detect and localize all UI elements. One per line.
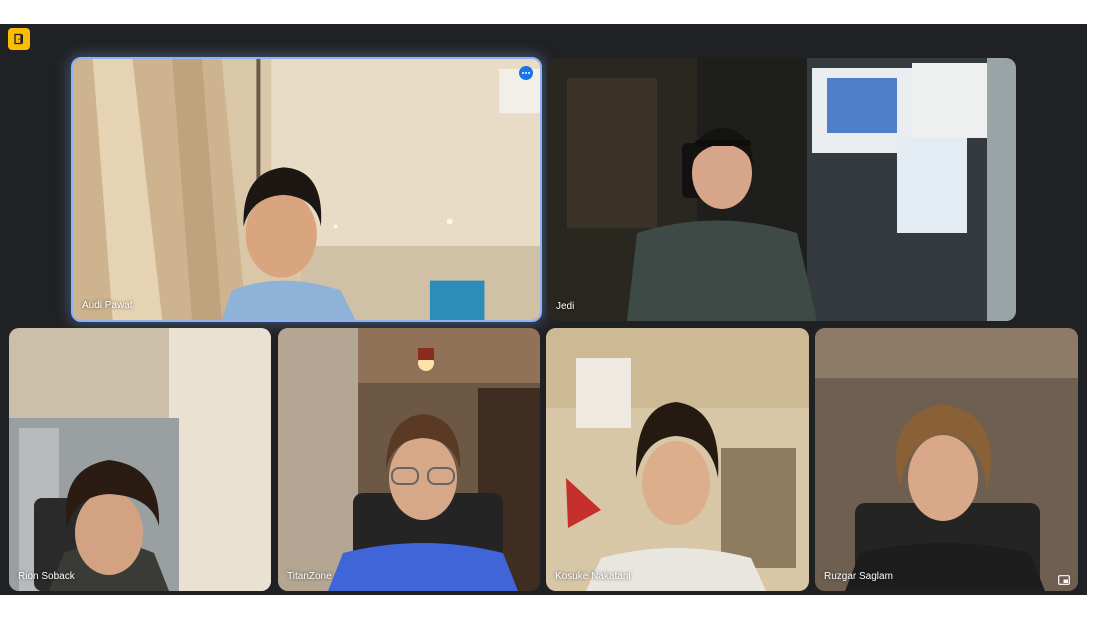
participant-name: TitanZone bbox=[287, 571, 332, 582]
participant-tile-ruzgar-saglam[interactable]: Ruzgar Saglam bbox=[815, 328, 1078, 591]
participant-tile-rion-soback[interactable]: Rion Soback bbox=[9, 328, 271, 591]
participant-video bbox=[278, 328, 540, 591]
participant-name: Ruzgar Saglam bbox=[824, 571, 893, 582]
participant-tile-audi-pawat[interactable]: Audi Pawat bbox=[71, 57, 542, 322]
participant-tile-titanzone[interactable]: TitanZone bbox=[278, 328, 540, 591]
exit-door-icon[interactable] bbox=[8, 28, 30, 50]
participant-tile-jedi[interactable]: Jedi bbox=[547, 58, 1016, 321]
more-options-icon[interactable] bbox=[519, 66, 533, 80]
meeting-stage: Audi Pawat Jedi Rion Soback TitanZone Ko… bbox=[0, 24, 1087, 595]
participant-name: Audi Pawat bbox=[82, 300, 133, 311]
participant-tile-kosuke-nakatani[interactable]: Kosuke Nakatani bbox=[546, 328, 809, 591]
participant-video bbox=[73, 59, 540, 320]
participant-name: Kosuke Nakatani bbox=[555, 571, 631, 582]
participant-name: Jedi bbox=[556, 301, 575, 312]
participant-video bbox=[815, 328, 1078, 591]
participant-video bbox=[546, 328, 809, 591]
participant-video bbox=[9, 328, 271, 591]
participant-video bbox=[547, 58, 1016, 321]
picture-in-picture-icon[interactable] bbox=[1058, 572, 1070, 585]
participant-name: Rion Soback bbox=[18, 571, 75, 582]
